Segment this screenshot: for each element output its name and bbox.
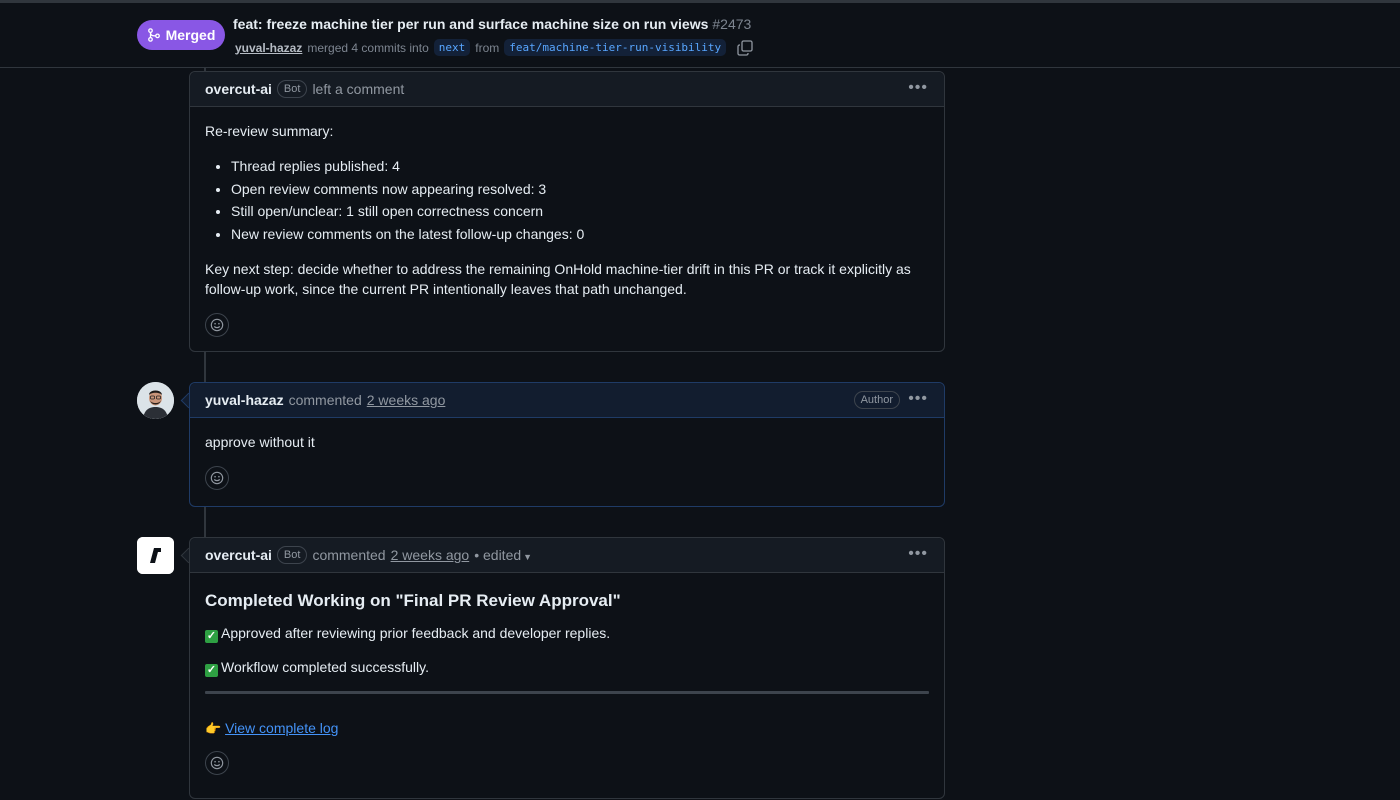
avatar-overcut-ai[interactable]	[137, 537, 174, 574]
author-badge: Author	[853, 391, 900, 409]
comment-timestamp-link[interactable]: 2 weeks ago	[367, 392, 446, 408]
list-item: Thread replies published: 4	[231, 155, 929, 178]
comment-header: overcut-ai Bot commented 2 weeks ago • e…	[190, 538, 944, 573]
comment-action-text: commented	[312, 547, 386, 563]
bot-badge: Bot	[276, 546, 308, 564]
status-line: ✓ Workflow completed successfully.	[205, 657, 929, 677]
view-log-link[interactable]: View complete log	[225, 720, 338, 736]
edited-dropdown[interactable]: • edited ▼	[474, 547, 532, 563]
add-reaction-button[interactable]	[205, 313, 229, 337]
base-branch-link[interactable]: next	[433, 39, 471, 56]
copy-icon[interactable]	[737, 39, 753, 56]
comment-header: yuval-hazaz commented 2 weeks ago Author…	[190, 383, 944, 418]
comment-body: approve without it	[190, 418, 944, 502]
add-reaction-button[interactable]	[205, 751, 229, 775]
chevron-down-icon: ▼	[523, 552, 533, 562]
summary-next-step: Key next step: decide whether to address…	[205, 261, 911, 297]
kebab-horizontal-icon[interactable]: •••	[908, 80, 928, 96]
comment-author-link[interactable]: overcut-ai	[205, 81, 272, 97]
merged-status-badge: Merged	[137, 20, 225, 50]
pr-merge-summary: yuval-hazaz merged 4 commits into next f…	[235, 39, 753, 56]
check-box-icon: ✓	[205, 664, 218, 677]
add-reaction-button[interactable]	[205, 466, 229, 490]
edited-label: • edited	[474, 547, 522, 563]
merged-commits-text: merged 4 commits into	[307, 40, 429, 55]
check-box-icon: ✓	[205, 630, 218, 643]
timeline-connector	[204, 352, 206, 383]
timeline-connector	[204, 507, 206, 538]
pr-sticky-header: Merged feat: freeze machine tier per run…	[0, 3, 1400, 68]
timeline-comment-overcut-approval: overcut-ai Bot commented 2 weeks ago • e…	[189, 537, 945, 799]
timeline-comment-yuval: yuval-hazaz commented 2 weeks ago Author…	[189, 382, 945, 507]
pr-number: #2473	[712, 16, 752, 32]
comment-timestamp-link[interactable]: 2 weeks ago	[391, 547, 470, 563]
comment-author-link[interactable]: overcut-ai	[205, 547, 272, 563]
status-line: ✓ Approved after reviewing prior feedback…	[205, 623, 929, 643]
comment-header: overcut-ai Bot left a comment •••	[190, 72, 944, 107]
comment-body: Completed Working on "Final PR Review Ap…	[190, 573, 944, 787]
bot-badge: Bot	[276, 80, 308, 98]
comment-body: Re-review summary: Thread replies publis…	[190, 107, 944, 349]
merged-by-user-link[interactable]: yuval-hazaz	[235, 41, 302, 55]
merged-status-label: Merged	[165, 27, 216, 43]
list-item: Open review comments now appearing resol…	[231, 178, 929, 201]
log-link-line: 👉 View complete log	[205, 718, 929, 739]
avatar-yuval-hazaz[interactable]	[137, 382, 174, 419]
list-item: Still open/unclear: 1 still open correct…	[231, 200, 929, 223]
kebab-horizontal-icon[interactable]: •••	[908, 391, 928, 407]
comment-heading: Completed Working on "Final PR Review Ap…	[205, 591, 621, 610]
summary-intro: Re-review summary:	[205, 123, 334, 139]
head-branch-link[interactable]: feat/machine-tier-run-visibility	[504, 39, 727, 56]
pr-title-text: feat: freeze machine tier per run and su…	[233, 16, 709, 32]
smiley-icon	[210, 471, 224, 485]
comment-text: approve without it	[205, 434, 315, 450]
smiley-icon	[210, 756, 224, 770]
status-line-text: Approved after reviewing prior feedback …	[221, 625, 611, 641]
comment-author-link[interactable]: yuval-hazaz	[205, 392, 284, 408]
overcut-logo-icon	[137, 537, 174, 574]
summary-list: Thread replies published: 4 Open review …	[205, 155, 929, 245]
person-avatar-icon	[137, 382, 174, 419]
kebab-horizontal-icon[interactable]: •••	[908, 546, 928, 562]
comment-action-text: left a comment	[312, 81, 405, 97]
list-item: New review comments on the latest follow…	[231, 223, 929, 246]
from-text: from	[475, 40, 500, 55]
git-merge-icon	[147, 28, 160, 42]
pointing-hand-icon: 👉	[205, 721, 222, 736]
status-line-text: Workflow completed successfully.	[221, 659, 429, 675]
pr-title: feat: freeze machine tier per run and su…	[233, 16, 751, 32]
smiley-icon	[210, 318, 224, 332]
comment-action-text: commented	[288, 392, 362, 408]
timeline-comment-overcut-summary: overcut-ai Bot left a comment ••• Re-rev…	[189, 71, 945, 352]
horizontal-rule	[205, 691, 929, 694]
